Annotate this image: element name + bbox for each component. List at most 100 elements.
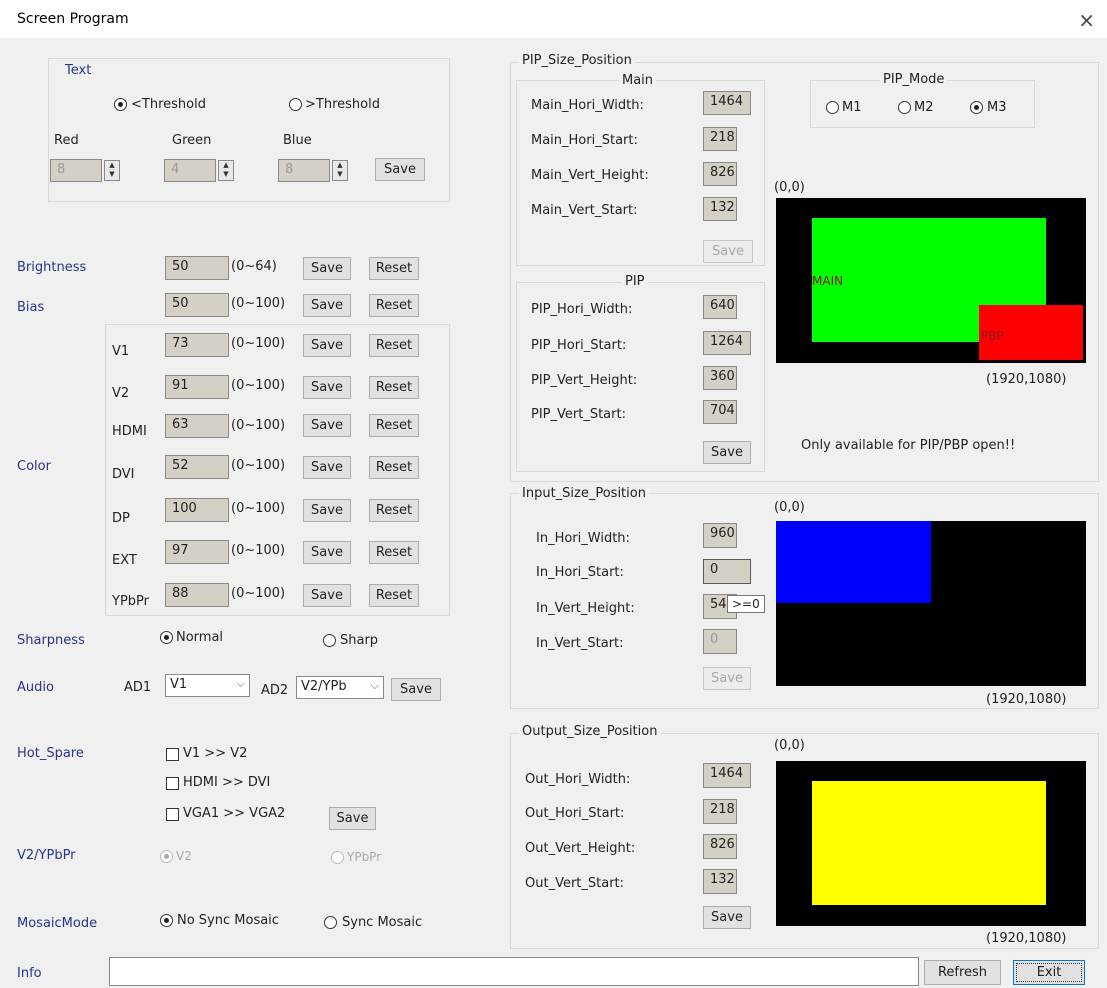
pip-vert-start-label: PIP_Vert_Start: — [531, 407, 626, 422]
color-name: DP — [112, 511, 130, 526]
sharpness-label: Sharpness — [17, 633, 85, 648]
main-vert-start-field[interactable]: 132 — [703, 197, 737, 221]
pip-save-button[interactable]: Save — [703, 441, 751, 464]
blue-value-field[interactable]: 8 — [278, 159, 330, 182]
output-corner-label: (1920,1080) — [986, 931, 1067, 946]
brightness-reset-button[interactable]: Reset — [369, 257, 419, 280]
in-hori-width-field[interactable]: 960 — [703, 523, 737, 548]
pip-preview: MAIN PBP — [776, 198, 1086, 363]
color-save-button[interactable]: Save — [303, 334, 351, 357]
hot-spare-hdmi-dvi-checkbox[interactable] — [166, 777, 179, 790]
ad1-select[interactable]: V1 ⌵ — [165, 674, 250, 697]
color-reset-button[interactable]: Reset — [369, 541, 419, 564]
green-spinner[interactable]: ▲ ▼ — [218, 160, 234, 181]
no-sync-mosaic-radio[interactable] — [160, 914, 173, 927]
v2-radio[interactable] — [160, 850, 173, 863]
main-hori-width-field[interactable]: 1464 — [703, 91, 751, 115]
color-save-button[interactable]: Save — [303, 499, 351, 522]
pip-mode-m1-label: M1 — [842, 100, 862, 115]
red-value-field[interactable]: 8 — [50, 159, 102, 182]
color-value-field[interactable]: 97 — [165, 540, 229, 564]
color-save-button[interactable]: Save — [303, 584, 351, 607]
main-save-button[interactable]: Save — [703, 240, 753, 263]
validation-tooltip: >=0 — [727, 595, 765, 613]
bias-save-button[interactable]: Save — [303, 294, 351, 317]
color-value-field[interactable]: 88 — [165, 583, 229, 607]
color-name: V1 — [112, 344, 130, 359]
red-spinner[interactable]: ▲ ▼ — [104, 160, 120, 181]
color-reset-button[interactable]: Reset — [369, 334, 419, 357]
sharpness-normal-radio[interactable] — [160, 631, 173, 644]
brightness-save-button[interactable]: Save — [303, 257, 351, 280]
pip-mode-m3-radio[interactable] — [970, 101, 983, 114]
main-vert-height-field[interactable]: 826 — [703, 162, 737, 186]
green-value-field[interactable]: 4 — [164, 159, 216, 182]
hot-spare-vga-checkbox[interactable] — [166, 808, 179, 821]
sharpness-sharp-radio[interactable] — [323, 634, 336, 647]
main-hori-start-field[interactable]: 218 — [703, 127, 737, 151]
color-value-field[interactable]: 91 — [165, 375, 229, 399]
pip-hori-width-field[interactable]: 640 — [703, 295, 737, 319]
pip-hori-width-label: PIP_Hori_Width: — [531, 302, 633, 317]
pip-hori-start-label: PIP_Hori_Start: — [531, 338, 627, 353]
color-save-button[interactable]: Save — [303, 376, 351, 399]
out-vert-height-field[interactable]: 826 — [703, 834, 737, 859]
color-reset-button[interactable]: Reset — [369, 376, 419, 399]
pip-vert-start-field[interactable]: 704 — [703, 400, 737, 424]
hot-spare-save-button[interactable]: Save — [329, 807, 376, 830]
in-vert-start-field[interactable]: 0 — [703, 629, 737, 654]
color-reset-button[interactable]: Reset — [369, 456, 419, 479]
pip-mode-title: PIP_Mode — [880, 72, 948, 87]
color-save-button[interactable]: Save — [303, 456, 351, 479]
v2-ypbpr-label: V2/YPbPr — [17, 848, 76, 863]
pip-mode-m2-radio[interactable] — [898, 101, 911, 114]
pip-hori-start-field[interactable]: 1264 — [703, 331, 751, 355]
bias-field[interactable]: 50 — [165, 293, 229, 317]
color-range: (0~100) — [231, 586, 286, 601]
out-hori-start-field[interactable]: 218 — [703, 799, 737, 824]
output-region — [812, 781, 1046, 905]
color-reset-button[interactable]: Reset — [369, 499, 419, 522]
less-threshold-radio[interactable] — [114, 98, 127, 111]
pip-vert-height-field[interactable]: 360 — [703, 366, 737, 390]
greater-threshold-radio[interactable] — [289, 98, 302, 111]
refresh-button[interactable]: Refresh — [924, 960, 1001, 985]
main-hori-width-label: Main_Hori_Width: — [531, 98, 644, 113]
audio-save-button[interactable]: Save — [391, 678, 441, 701]
pip-mode-m1-radio[interactable] — [826, 101, 839, 114]
color-value-field[interactable]: 63 — [165, 414, 229, 438]
color-value-field[interactable]: 52 — [165, 455, 229, 479]
pip-mode-m3-label: M3 — [987, 100, 1007, 115]
out-hori-width-field[interactable]: 1464 — [703, 763, 751, 788]
color-range: (0~100) — [231, 501, 286, 516]
input-save-button[interactable]: Save — [703, 667, 751, 690]
color-reset-button[interactable]: Reset — [369, 414, 419, 437]
color-value-field[interactable]: 100 — [165, 498, 229, 522]
hot-spare-v1-v2-checkbox[interactable] — [166, 748, 179, 761]
pip-vert-height-label: PIP_Vert_Height: — [531, 373, 638, 388]
color-range: (0~100) — [231, 418, 286, 433]
in-hori-start-field[interactable]: 0 — [703, 559, 751, 584]
color-name: YPbPr — [112, 594, 149, 609]
color-name: DVI — [112, 467, 135, 482]
chevron-down-icon: ⌵ — [236, 677, 245, 690]
sync-mosaic-radio[interactable] — [324, 916, 337, 929]
ad2-select[interactable]: V2/YPb ⌵ — [296, 676, 384, 699]
chevron-down-icon: ⌵ — [370, 679, 379, 692]
out-vert-start-field[interactable]: 132 — [703, 869, 737, 894]
ypbpr-radio-label: YPbPr — [347, 850, 382, 864]
exit-button[interactable]: Exit — [1013, 960, 1085, 985]
brightness-field[interactable]: 50 — [165, 256, 229, 280]
bias-label: Bias — [17, 300, 45, 315]
color-save-button[interactable]: Save — [303, 541, 351, 564]
color-value-field[interactable]: 73 — [165, 333, 229, 357]
text-save-button[interactable]: Save — [375, 158, 425, 181]
info-field[interactable] — [109, 957, 919, 986]
output-save-button[interactable]: Save — [703, 906, 751, 929]
close-icon[interactable]: × — [1078, 8, 1095, 32]
ypbpr-radio[interactable] — [331, 851, 344, 864]
color-reset-button[interactable]: Reset — [369, 584, 419, 607]
color-save-button[interactable]: Save — [303, 414, 351, 437]
blue-spinner[interactable]: ▲ ▼ — [332, 160, 348, 181]
bias-reset-button[interactable]: Reset — [369, 294, 419, 317]
